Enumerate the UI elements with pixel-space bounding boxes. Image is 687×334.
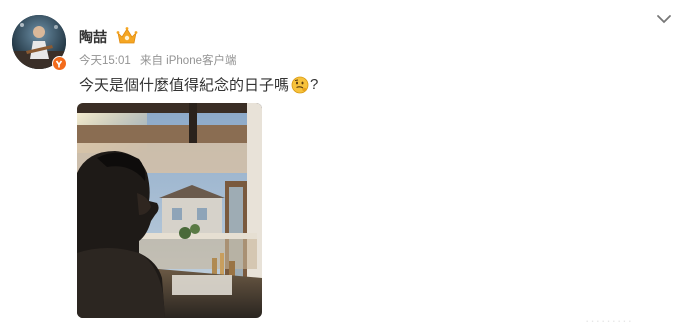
post-meta: 今天15:01 来自 iPhone客户端 xyxy=(79,52,243,68)
watermark: ········· xyxy=(585,313,633,328)
crown-icon[interactable] xyxy=(116,26,138,46)
post-text-body: 今天是個什麼值得紀念的日子嗎 xyxy=(79,77,290,94)
username[interactable]: 陶喆 xyxy=(79,27,107,47)
post-timestamp[interactable]: 今天15:01 xyxy=(79,55,131,67)
post-source: 来自 iPhone客户端 xyxy=(139,55,237,67)
post-image[interactable] xyxy=(77,103,262,318)
chevron-down-icon[interactable] xyxy=(655,12,673,26)
thinking-face-emoji-icon xyxy=(291,76,309,94)
verified-badge-icon xyxy=(52,56,67,71)
post-text-suffix: ? xyxy=(310,76,319,93)
post-text: 今天是個什麼值得紀念的日子嗎 ? xyxy=(79,74,318,95)
